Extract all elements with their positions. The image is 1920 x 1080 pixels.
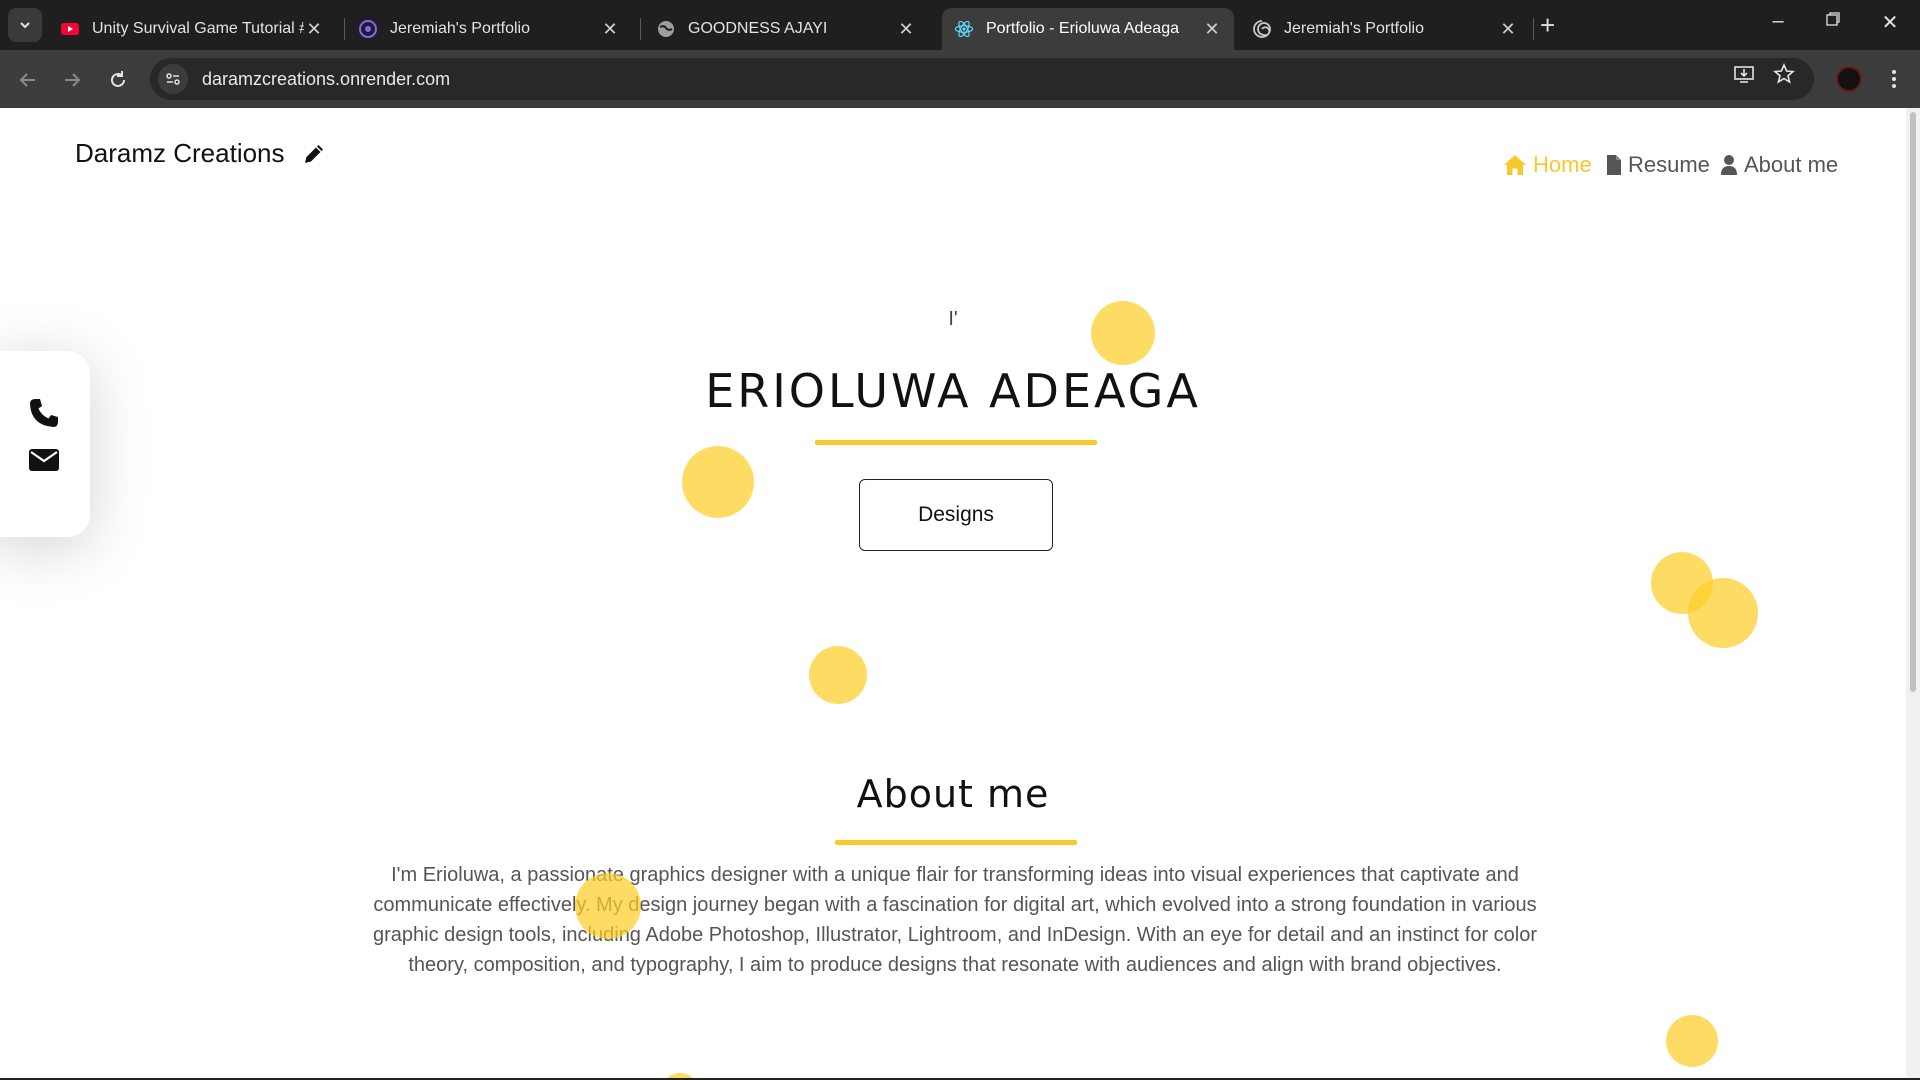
pencil-icon xyxy=(304,144,323,163)
browser-menu-icon[interactable] xyxy=(1884,64,1904,94)
tab-divider xyxy=(1533,18,1534,40)
floating-circle xyxy=(1651,552,1713,614)
tab-title: Jeremiah's Portfolio xyxy=(390,20,530,37)
brand-name: Daramz Creations xyxy=(75,138,285,168)
react-icon xyxy=(954,20,974,38)
minimize-icon[interactable]: – xyxy=(1758,10,1798,33)
bookmark-star-icon[interactable] xyxy=(1770,60,1798,88)
url-text[interactable]: daramzcreations.onrender.com xyxy=(202,69,450,90)
install-app-icon[interactable] xyxy=(1730,60,1758,88)
brand-logo[interactable]: Daramz Creations xyxy=(75,138,327,169)
profile-avatar[interactable] xyxy=(1836,66,1862,92)
forward-button[interactable] xyxy=(58,66,86,94)
tab-title: Unity Survival Game Tutorial #1 xyxy=(92,20,304,37)
globe-icon xyxy=(658,21,674,37)
nav-home[interactable]: Home xyxy=(1503,152,1592,178)
about-paragraph: I'm Erioluwa, a passionate graphics desi… xyxy=(372,864,1538,976)
hero-name: ERIOLUWA ADEAGA xyxy=(705,364,1201,418)
floating-circle xyxy=(1666,1015,1718,1067)
close-icon[interactable]: ✕ xyxy=(896,19,916,40)
close-window-icon[interactable]: ✕ xyxy=(1870,10,1910,35)
tab-erioluwa-portfolio[interactable]: Portfolio - Erioluwa Adeaga ✕ xyxy=(942,8,1234,50)
tab-unity-tutorial[interactable]: Unity Survival Game Tutorial #1 ✕ xyxy=(48,8,336,50)
tab-jeremiah-portfolio[interactable]: Jeremiah's Portfolio ✕ xyxy=(346,8,632,50)
nav-resume-label: Resume xyxy=(1628,152,1710,177)
tab-divider xyxy=(344,18,345,40)
mail-icon[interactable] xyxy=(28,447,60,478)
spiral-icon xyxy=(1253,20,1271,38)
document-icon xyxy=(1606,154,1622,176)
about-underline xyxy=(835,840,1077,845)
tab-search-button[interactable] xyxy=(8,8,42,42)
page-scrollbar[interactable] xyxy=(1906,108,1920,1078)
home-icon xyxy=(1503,154,1527,176)
typed-text: I' xyxy=(948,308,958,330)
arrow-left-icon xyxy=(19,73,35,87)
address-bar[interactable]: daramzcreations.onrender.com xyxy=(150,58,1814,100)
browser-toolbar: daramzcreations.onrender.com xyxy=(0,50,1920,108)
nav-about-label: About me xyxy=(1744,152,1839,177)
close-icon[interactable]: ✕ xyxy=(600,19,620,40)
close-icon[interactable]: ✕ xyxy=(1202,19,1222,40)
restore-icon[interactable] xyxy=(1813,10,1853,33)
nav-about[interactable]: About me xyxy=(1720,152,1838,178)
designs-button[interactable]: Designs xyxy=(859,479,1053,551)
arrow-right-icon xyxy=(65,73,81,87)
reload-button[interactable] xyxy=(104,66,132,94)
reload-icon xyxy=(111,71,125,87)
hero-underline xyxy=(815,440,1097,445)
floating-circle xyxy=(682,446,754,518)
site-info-icon[interactable] xyxy=(158,64,188,94)
tab-title: Portfolio - Erioluwa Adeaga xyxy=(986,20,1179,37)
new-tab-button[interactable]: + xyxy=(1540,12,1555,38)
floating-circle xyxy=(1688,578,1758,648)
nav-home-label: Home xyxy=(1533,152,1592,177)
portfolio-icon xyxy=(359,20,377,38)
scrollbar-thumb[interactable] xyxy=(1910,112,1916,692)
tab-goodness-ajayi[interactable]: GOODNESS AJAYI ✕ xyxy=(644,8,928,50)
chevron-down-icon xyxy=(20,22,30,29)
tab-jeremiah-portfolio-2[interactable]: Jeremiah's Portfolio ✕ xyxy=(1240,8,1530,50)
webpage: Daramz Creations Home Resume About me I'… xyxy=(0,108,1906,1078)
back-button[interactable] xyxy=(14,66,42,94)
browser-tabstrip: Unity Survival Game Tutorial #1 ✕ Jeremi… xyxy=(0,0,1920,50)
nav-resume[interactable]: Resume xyxy=(1606,152,1710,178)
tab-divider xyxy=(640,18,641,40)
tab-title: GOODNESS AJAYI xyxy=(688,20,828,37)
floating-circle xyxy=(809,646,867,704)
youtube-icon xyxy=(61,23,79,35)
close-icon[interactable]: ✕ xyxy=(304,19,324,40)
close-icon[interactable]: ✕ xyxy=(1498,19,1518,40)
about-heading: About me xyxy=(856,772,1050,816)
tab-title: Jeremiah's Portfolio xyxy=(1284,20,1424,37)
user-icon xyxy=(1720,154,1738,176)
